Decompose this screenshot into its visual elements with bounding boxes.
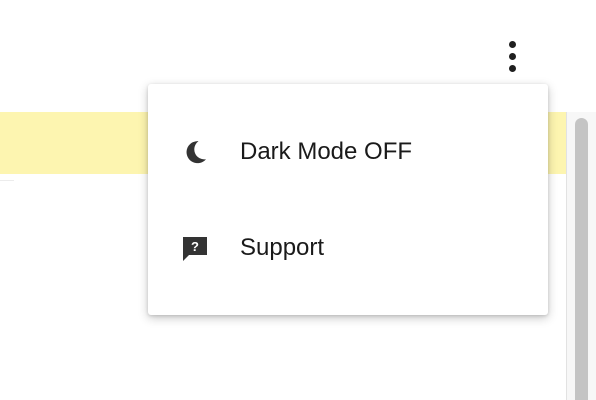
support-chat-icon: ? <box>181 234 209 262</box>
menu-item-support[interactable]: ? Support <box>148 218 548 278</box>
row-divider <box>0 180 14 181</box>
scrollbar-thumb[interactable] <box>575 118 588 400</box>
options-menu: Dark Mode OFF ? Support <box>148 84 548 315</box>
more-vert-icon-dot <box>508 52 516 60</box>
svg-text:?: ? <box>191 239 199 254</box>
more-vert-icon <box>508 40 516 48</box>
more-options-button[interactable] <box>498 34 526 78</box>
menu-item-label: Support <box>240 234 325 261</box>
menu-item-label: Dark Mode OFF <box>240 138 413 165</box>
moon-icon <box>181 138 209 166</box>
menu-item-dark-mode[interactable]: Dark Mode OFF <box>148 122 548 182</box>
app-page: Dark Mode OFF ? Support <box>0 0 596 400</box>
more-vert-icon-dot <box>508 64 516 72</box>
